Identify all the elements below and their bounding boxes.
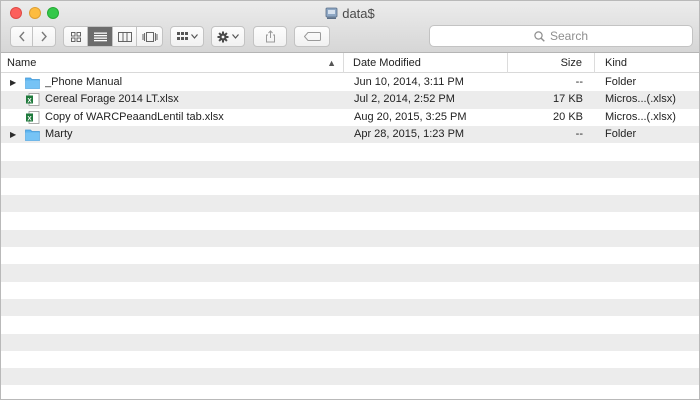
column-header-size[interactable]: Size [508,53,595,73]
disclosure-triangle-icon[interactable]: ▶ [10,126,16,143]
arrange-button[interactable] [170,26,204,47]
arrange-grid-icon [176,32,188,40]
nav-buttons [10,26,56,47]
tag-icon [303,32,321,41]
file-kind: Micros...(.xlsx) [605,93,676,106]
folder-icon [25,77,40,89]
column-header-name-label: Name [7,57,37,69]
file-date: Apr 28, 2015, 1:23 PM [354,127,465,140]
chevron-right-icon [41,31,47,42]
file-name: _Phone Manual [45,76,123,88]
excel-file-icon: X [26,110,40,124]
file-kind: Folder [605,127,637,140]
forward-button[interactable] [33,27,55,46]
file-list: ▶ _Phone Manual Jun 10, 2014, 3:11 PM --… [1,74,699,399]
empty-stripe-row [1,195,699,213]
chevron-down-icon [190,34,198,39]
action-button[interactable] [211,26,245,47]
column-header-name[interactable]: Name ▲ [1,53,344,73]
file-date: Jul 2, 2014, 2:52 PM [354,93,455,106]
column-header: Name ▲ Date Modified Size Kind [1,53,699,73]
file-size: 20 KB [553,110,583,123]
chevron-down-icon [232,34,239,39]
file-size: 17 KB [553,93,583,106]
file-name: Copy of WARCPeaandLentil tab.xlsx [45,110,224,123]
chevron-left-icon [18,31,25,42]
svg-text:X: X [27,98,32,105]
list-icon [93,32,107,41]
column-header-kind[interactable]: Kind [595,53,699,73]
file-size: -- [575,76,583,88]
disclosure-triangle-icon[interactable]: ▶ [10,74,16,91]
back-button[interactable] [11,27,33,46]
sort-ascending-icon: ▲ [327,58,336,68]
share-button[interactable] [253,26,287,47]
file-name: Cereal Forage 2014 LT.xlsx [45,93,179,106]
column-header-kind-label: Kind [605,57,628,69]
column-header-date-label: Date Modified [353,57,421,69]
edit-tags-button[interactable] [294,26,330,47]
excel-file-icon: X [26,93,40,107]
file-row[interactable]: X Copy of WARCPeaandLentil tab.xlsx Aug … [1,109,699,126]
file-name: Marty [45,127,73,140]
view-mode-selector [63,26,163,47]
empty-stripe-row [1,229,699,247]
grid-icon [70,31,81,42]
cover-flow-icon [142,31,157,42]
file-size: -- [575,127,583,140]
share-icon [265,30,275,43]
list-view-button[interactable] [88,27,113,46]
empty-stripe-row [1,264,699,282]
icon-view-button[interactable] [64,27,88,46]
column-header-size-label: Size [560,57,582,69]
column-header-date[interactable]: Date Modified [344,53,508,73]
folder-icon [25,129,40,141]
empty-stripe-row [1,333,699,351]
file-row[interactable]: ▶ _Phone Manual Jun 10, 2014, 3:11 PM --… [1,74,699,91]
file-row[interactable]: X Cereal Forage 2014 LT.xlsx Jul 2, 2014… [1,91,699,109]
empty-stripe-row [1,368,699,386]
search-field[interactable]: Search [429,25,693,47]
file-date: Aug 20, 2015, 3:25 PM [354,110,467,123]
finder-window: data$ Search Name ▲ Date Modified Size K… [0,0,700,400]
search-placeholder: Search [549,29,589,43]
window-title-text: data$ [342,6,375,21]
network-drive-icon [325,7,338,19]
search-icon [534,30,545,42]
file-kind: Folder [605,76,637,88]
gear-icon [217,31,229,42]
empty-stripe-row [1,160,699,178]
empty-stripe-row [1,298,699,317]
file-date: Jun 10, 2014, 3:11 PM [354,76,464,88]
file-row[interactable]: ▶ Marty Apr 28, 2015, 1:23 PM -- Folder [1,125,699,144]
toolbar: data$ Search [1,1,699,53]
file-kind: Micros...(.xlsx) [605,110,676,123]
window-title: data$ [1,6,699,21]
svg-text:X: X [27,115,32,122]
cover-flow-view-button[interactable] [137,27,162,46]
column-view-button[interactable] [113,27,137,46]
columns-icon [117,31,132,42]
